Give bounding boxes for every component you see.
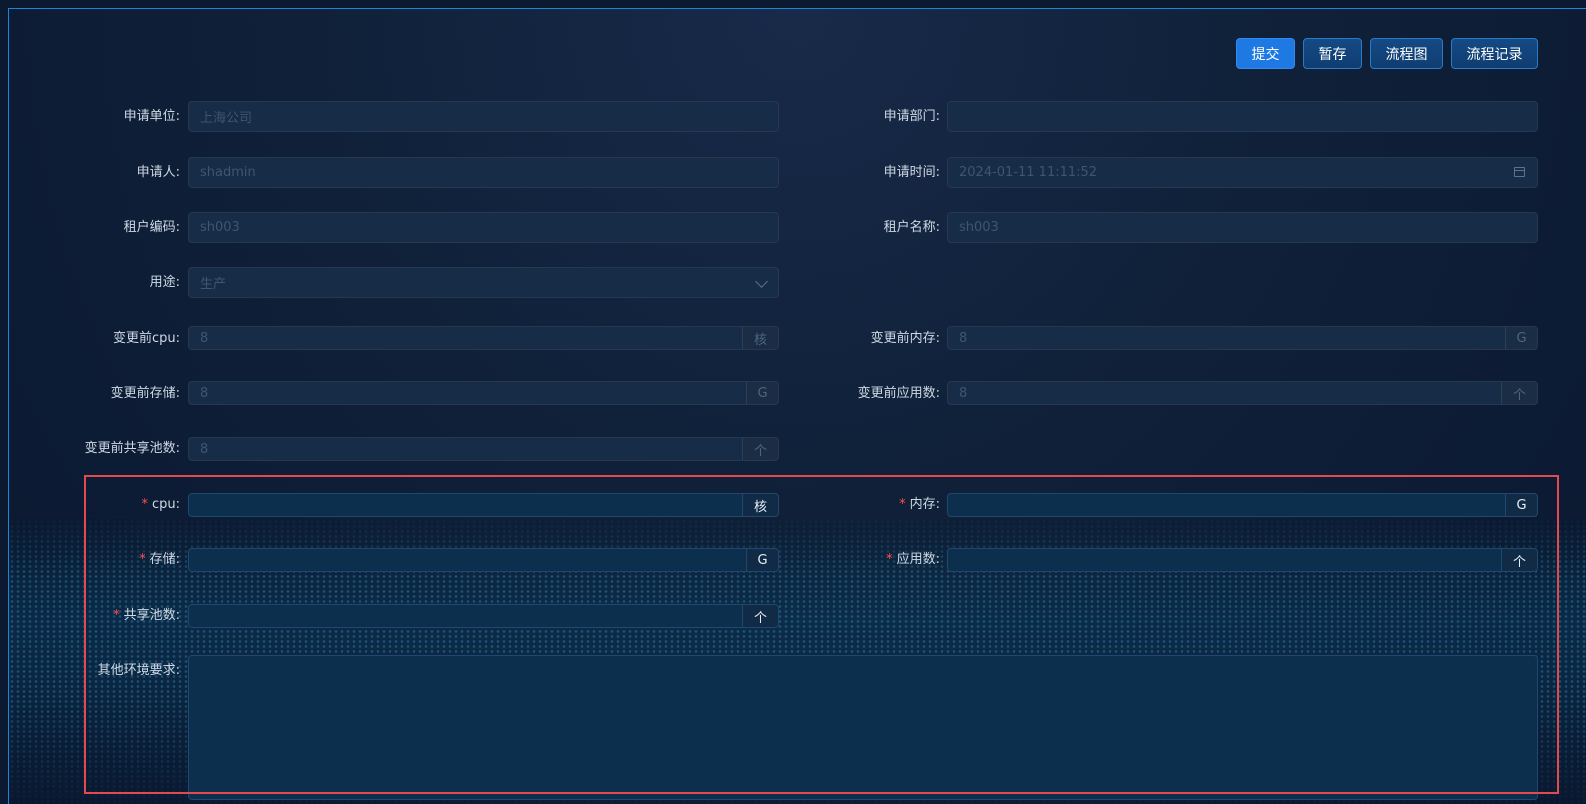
before-apps-input[interactable]: 8 (947, 381, 1502, 405)
tenant-name-label: 租户名称: (883, 220, 940, 235)
pools-input[interactable] (188, 604, 743, 628)
before-storage-input[interactable]: 8 (188, 381, 747, 405)
before-pools-unit: 个 (742, 437, 779, 461)
other-requirements-textarea[interactable] (188, 655, 1538, 800)
apps-input[interactable] (947, 548, 1502, 572)
pools-label: * 共享池数: (113, 608, 180, 623)
chevron-down-icon[interactable] (755, 275, 768, 288)
cpu-label: * cpu: (141, 497, 180, 512)
usage-select[interactable]: 生产 (188, 267, 779, 298)
apply-dept-input[interactable] (947, 101, 1538, 132)
before-storage-unit: G (746, 381, 779, 405)
before-memory-value: 8 (959, 330, 968, 346)
submit-button[interactable]: 提交 (1236, 38, 1295, 69)
before-storage-value: 8 (200, 385, 209, 401)
apply-unit-label: 申请单位: (123, 109, 180, 124)
before-pools-input[interactable]: 8 (188, 437, 743, 461)
applicant-label: 申请人: (136, 165, 180, 180)
tenant-name-value: sh003 (959, 220, 999, 235)
memory-unit: G (1505, 493, 1538, 517)
apply-dept-label: 申请部门: (883, 109, 940, 124)
apps-label: * 应用数: (886, 552, 940, 567)
apply-time-input[interactable]: 2024-01-11 11:11:52 (947, 157, 1538, 188)
before-cpu-label: 变更前cpu: (112, 331, 180, 346)
before-pools-label: 变更前共享池数: (84, 441, 180, 456)
before-apps-value: 8 (959, 385, 968, 401)
cpu-unit: 核 (742, 493, 779, 517)
memory-label: * 内存: (899, 497, 940, 512)
required-mark: * (886, 552, 893, 567)
tenant-code-label: 租户编码: (123, 220, 180, 235)
before-pools-value: 8 (200, 441, 209, 457)
memory-input[interactable] (947, 493, 1506, 517)
tenant-code-value: sh003 (200, 220, 240, 235)
before-apps-unit: 个 (1501, 381, 1538, 405)
usage-value: 生产 (200, 277, 227, 292)
before-storage-label: 变更前存储: (110, 386, 180, 401)
apps-unit: 个 (1501, 548, 1538, 572)
other-requirements-label: 其他环境要求: (97, 663, 180, 678)
cpu-input[interactable] (188, 493, 743, 517)
storage-unit: G (746, 548, 779, 572)
apply-time-label: 申请时间: (883, 165, 940, 180)
before-cpu-unit: 核 (742, 326, 779, 350)
before-memory-label: 变更前内存: (870, 331, 940, 346)
save-draft-button[interactable]: 暂存 (1303, 38, 1362, 69)
pools-unit: 个 (742, 604, 779, 628)
tenant-name-input[interactable]: sh003 (947, 212, 1538, 243)
required-mark: * (899, 497, 906, 512)
flow-record-button[interactable]: 流程记录 (1451, 38, 1538, 69)
apply-unit-value: 上海公司 (200, 111, 253, 126)
apply-time-value: 2024-01-11 11:11:52 (959, 165, 1098, 180)
required-mark: * (139, 552, 146, 567)
calendar-icon[interactable] (1514, 167, 1525, 177)
before-cpu-input[interactable]: 8 (188, 326, 743, 350)
applicant-input[interactable]: shadmin (188, 157, 779, 188)
storage-input[interactable] (188, 548, 747, 572)
required-mark: * (113, 608, 120, 623)
flowchart-button[interactable]: 流程图 (1370, 38, 1443, 69)
tenant-code-input[interactable]: sh003 (188, 212, 779, 243)
before-memory-unit: G (1505, 326, 1538, 350)
usage-label: 用途: (149, 275, 180, 290)
apply-unit-input[interactable]: 上海公司 (188, 101, 779, 132)
storage-label: * 存储: (139, 552, 180, 567)
before-apps-label: 变更前应用数: (857, 386, 940, 401)
before-memory-input[interactable]: 8 (947, 326, 1506, 350)
before-cpu-value: 8 (200, 330, 209, 346)
applicant-value: shadmin (200, 165, 256, 180)
required-mark: * (141, 497, 148, 512)
